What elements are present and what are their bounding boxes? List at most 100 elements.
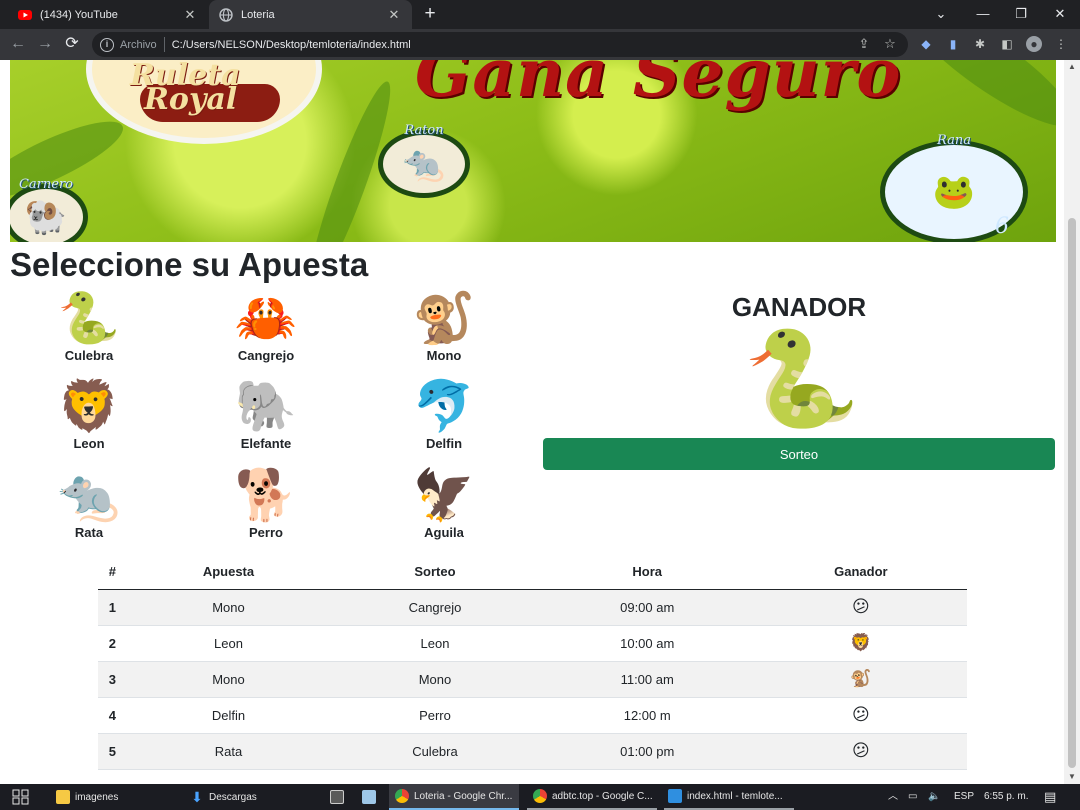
side-panel-icon[interactable]: ◧: [999, 36, 1015, 52]
taskbar-item-chrome-adbtc[interactable]: adbtc.top - Google C...: [527, 784, 657, 810]
banner-leaf: [893, 60, 1056, 143]
page-scrollbar[interactable]: ▲ ▼: [1064, 60, 1080, 784]
animal-option-elefante[interactable]: 🐘 Elefante: [206, 377, 326, 451]
column-header: #: [98, 555, 127, 590]
profile-avatar-icon[interactable]: ●: [1026, 36, 1042, 52]
tab-youtube[interactable]: (1434) YouTube ✕: [8, 0, 208, 29]
back-arrow-icon[interactable]: ←: [8, 34, 28, 54]
elephant-icon: 🐘: [234, 378, 298, 434]
maximize-button[interactable]: ❐: [1002, 0, 1040, 29]
dog-icon: 🐕: [234, 467, 298, 523]
browser-tab-strip: (1434) YouTube ✕ Loteria ✕ + ⌄ — ❐ ✕: [0, 0, 1080, 29]
language-indicator[interactable]: ESP: [954, 784, 974, 810]
tab-title: (1434) YouTube: [40, 8, 118, 21]
cell-apuesta: Mono: [126, 589, 331, 626]
sorteo-button[interactable]: Sorteo: [543, 438, 1055, 470]
winner-title: GANADOR: [731, 292, 867, 322]
info-icon[interactable]: i: [100, 37, 114, 52]
youtube-icon: [18, 9, 32, 20]
cell-ganador: 😕: [754, 589, 967, 626]
calculator-icon[interactable]: [330, 784, 346, 810]
banner-title: Gana Seguro: [415, 60, 902, 112]
banner-logo-bottom: Royal: [144, 82, 238, 117]
table-row: 4 Delfin Perro 12:00 m 😕: [98, 697, 967, 734]
reload-icon[interactable]: ⟳: [62, 34, 82, 54]
cell-sorteo: Perro: [330, 697, 540, 734]
page-viewport: Ruleta Royal Gana Seguro Carnero 🐏 Raton 🐀…: [0, 60, 1064, 784]
window-close-button[interactable]: ✕: [1041, 0, 1079, 29]
winner-snake-icon: 🐍: [743, 326, 861, 431]
tab-search-chevron-icon[interactable]: ⌄: [922, 0, 960, 29]
rat-icon: 🐀: [57, 467, 121, 523]
animal-option-rata[interactable]: 🐀 Rata: [29, 466, 149, 540]
animal-option-cangrejo[interactable]: 🦀 Cangrejo: [206, 289, 326, 363]
volume-icon[interactable]: 🔈: [928, 784, 940, 810]
snake-icon: 🐍: [57, 290, 121, 346]
address-divider: [163, 37, 165, 52]
medal-label: Raton: [404, 123, 444, 138]
menu-dots-icon[interactable]: ⋮: [1053, 36, 1069, 52]
cell-sorteo: Culebra: [330, 733, 540, 770]
cell-hora: 10:00 am: [539, 625, 755, 662]
extension-doc-icon[interactable]: ▮: [945, 36, 961, 52]
lion-icon: 🦁: [850, 633, 872, 652]
animal-option-mono[interactable]: 🐒 Mono: [384, 289, 504, 363]
tab-loteria[interactable]: Loteria ✕: [209, 0, 412, 29]
sad-face-icon: 😕: [852, 597, 870, 616]
sad-face-icon: 😕: [852, 705, 870, 724]
animal-label: Leon: [73, 436, 105, 451]
scroll-down-arrow-icon[interactable]: ▼: [1064, 770, 1080, 784]
column-header: Sorteo: [330, 555, 540, 590]
new-tab-button[interactable]: +: [419, 3, 441, 25]
taskbar-label: adbtc.top - Google C...: [552, 790, 653, 802]
animal-option-leon[interactable]: 🦁 Leon: [29, 377, 149, 451]
animal-option-aguila[interactable]: 🦅 Aguila: [384, 466, 504, 540]
cell-apuesta: Leon: [126, 625, 331, 662]
scrollbar-thumb[interactable]: [1068, 218, 1076, 768]
scroll-up-arrow-icon[interactable]: ▲: [1064, 60, 1080, 74]
column-header: Apuesta: [126, 555, 331, 590]
windows-taskbar: imagenes ⬇ Descargas Loteria - Google Ch…: [0, 784, 1080, 810]
close-icon[interactable]: ✕: [386, 7, 402, 23]
share-icon[interactable]: ⇪: [856, 36, 872, 52]
medal-number: 6: [995, 214, 1009, 239]
taskbar-item-imagenes[interactable]: imagenes: [56, 784, 180, 810]
animal-label: Rata: [74, 525, 104, 540]
forward-arrow-icon[interactable]: →: [35, 34, 55, 54]
row-number: 2: [98, 625, 127, 662]
medal-label: Rana: [937, 133, 971, 148]
banner-medal-raton: Raton 🐀: [378, 123, 470, 198]
table-header-row: # Apuesta Sorteo Hora Ganador: [98, 555, 967, 590]
address-url[interactable]: C:/Users/NELSON/Desktop/temloteria/index…: [172, 39, 411, 51]
cell-ganador: 🐒: [754, 661, 967, 698]
animal-option-perro[interactable]: 🐕 Perro: [206, 466, 326, 540]
network-icon[interactable]: ▭: [908, 784, 917, 810]
address-scheme-label: Archivo: [120, 38, 157, 51]
clock[interactable]: 6:55 p. m.: [984, 784, 1028, 810]
taskbar-item-descargas[interactable]: ⬇ Descargas: [190, 784, 320, 810]
cell-apuesta: Mono: [126, 661, 331, 698]
table-row: 5 Rata Culebra 01:00 pm 😕: [98, 733, 967, 770]
banner-image: Ruleta Royal Gana Seguro Carnero 🐏 Raton 🐀…: [10, 60, 1056, 242]
cell-ganador: 😕: [754, 697, 967, 734]
extensions-puzzle-icon[interactable]: ✱: [972, 36, 988, 52]
notifications-icon[interactable]: ▤: [1044, 784, 1056, 810]
task-view-icon[interactable]: [12, 784, 32, 810]
bookmark-star-icon[interactable]: ☆: [882, 36, 898, 52]
animal-option-delfin[interactable]: 🐬 Delfin: [384, 377, 504, 451]
banner-logo-text: Ruleta Royal: [130, 60, 241, 117]
notepad-icon[interactable]: [362, 784, 378, 810]
table-row: 1 Mono Cangrejo 09:00 am 😕: [98, 589, 967, 626]
minimize-button[interactable]: —: [964, 0, 1002, 29]
eagle-icon: 🦅: [412, 467, 476, 523]
monkey-icon: 🐒: [412, 290, 476, 346]
tray-chevron-icon[interactable]: ︿: [888, 784, 898, 810]
taskbar-item-chrome-loteria[interactable]: Loteria - Google Chr...: [389, 784, 519, 810]
row-number: 4: [98, 697, 127, 734]
animal-option-culebra[interactable]: 🐍 Culebra: [29, 289, 149, 363]
extension-bookmark-icon[interactable]: ◆: [918, 36, 934, 52]
taskbar-item-vscode[interactable]: index.html - temlote...: [664, 784, 794, 810]
close-icon[interactable]: ✕: [182, 7, 198, 23]
vscode-icon: [668, 789, 682, 803]
address-bar[interactable]: i Archivo C:/Users/NELSON/Desktop/temlot…: [92, 32, 908, 57]
